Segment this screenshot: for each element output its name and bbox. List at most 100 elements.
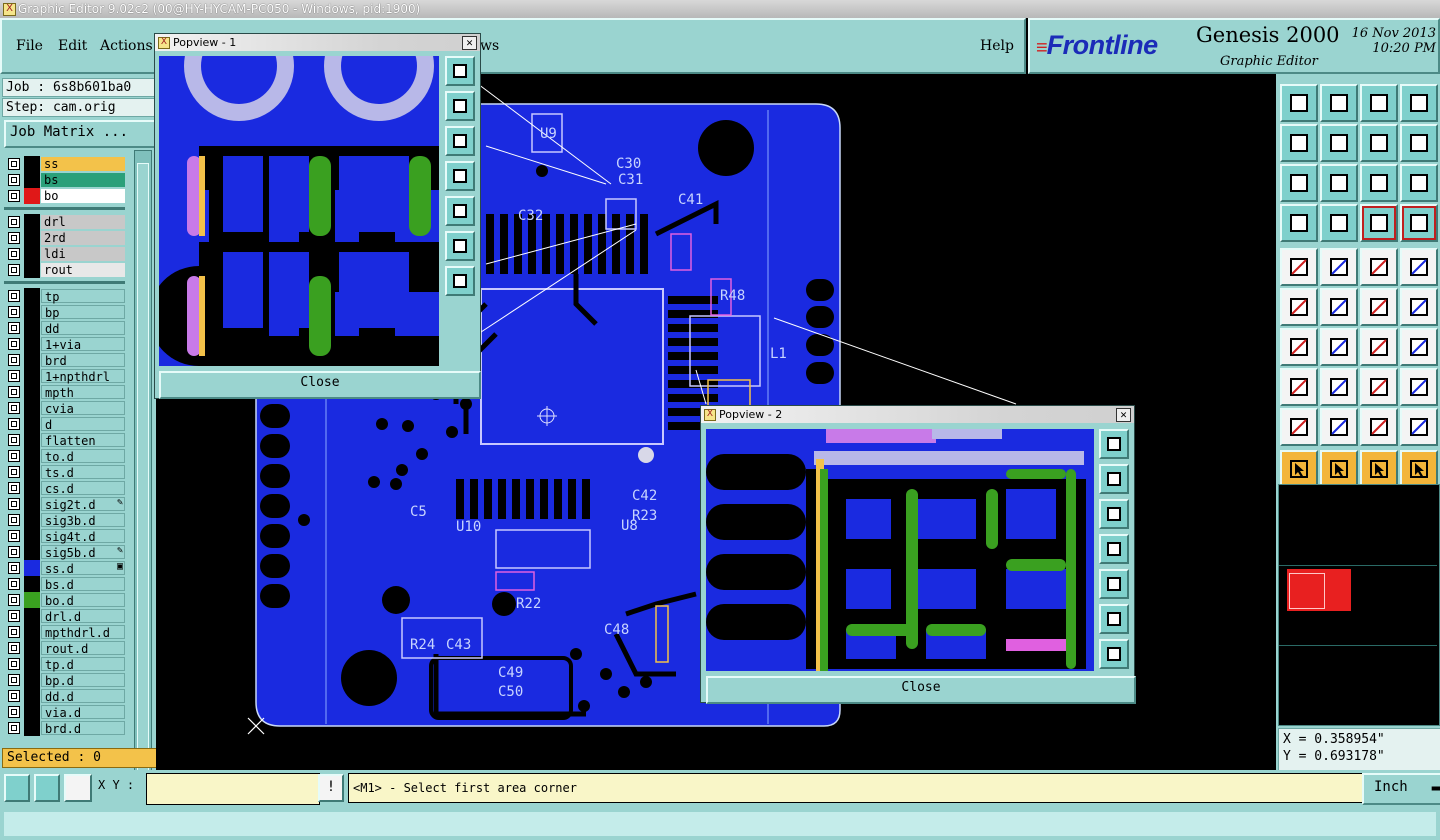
measure-icon[interactable] — [34, 774, 60, 802]
layer-color-swatch[interactable] — [24, 480, 40, 496]
popview-zoom-out-icon[interactable] — [445, 231, 475, 261]
rounded-icon[interactable] — [1400, 368, 1438, 406]
triangle-icon[interactable] — [1280, 408, 1318, 446]
layer-row[interactable]: bs — [4, 172, 125, 188]
layer-checkbox[interactable] — [8, 338, 20, 350]
layer-row[interactable]: sig4t.d — [4, 528, 125, 544]
layer-checkbox[interactable] — [8, 578, 20, 590]
popview-up-icon[interactable] — [1099, 464, 1129, 494]
cut-icon[interactable] — [1320, 368, 1358, 406]
layer-row[interactable]: via.d — [4, 704, 125, 720]
layer-checkbox[interactable] — [8, 306, 20, 318]
layer-checkbox[interactable] — [8, 498, 20, 510]
layer-name[interactable]: dd — [41, 321, 125, 336]
menu-file[interactable]: File — [16, 38, 43, 54]
layer-row[interactable]: ss — [4, 156, 125, 172]
layer-name[interactable]: 2rd — [41, 231, 125, 245]
popview-fit-icon[interactable] — [445, 266, 475, 296]
mirror-icon[interactable] — [1400, 124, 1438, 162]
popview-zoom-icon[interactable] — [1099, 429, 1129, 459]
layer-name[interactable]: tp — [41, 289, 125, 304]
popview-2-titlebar[interactable]: X Popview - 2 — [701, 406, 1134, 423]
job-matrix-button[interactable]: Job Matrix ... — [4, 120, 158, 148]
layer-color-swatch[interactable] — [24, 576, 40, 592]
layer-color-swatch[interactable] — [24, 672, 40, 688]
layer-name[interactable]: bp.d — [41, 673, 125, 688]
layer-row[interactable]: 1+via — [4, 336, 125, 352]
layer-color-swatch[interactable] — [24, 304, 40, 320]
layer-row[interactable]: sig3b.d — [4, 512, 125, 528]
layer-name[interactable]: sig2t.d — [41, 497, 125, 512]
popview-2-close-x-button[interactable]: ✕ — [1116, 408, 1131, 422]
layer-name[interactable]: rout — [41, 263, 125, 277]
layer-color-swatch[interactable] — [24, 528, 40, 544]
layer-row[interactable]: flatten — [4, 432, 125, 448]
layer-row[interactable]: sig5b.d ✎ — [4, 544, 125, 560]
layer-checkbox[interactable] — [8, 402, 20, 414]
layer-color-swatch[interactable] — [24, 608, 40, 624]
layer-name[interactable]: sig3b.d — [41, 513, 125, 528]
layer-row[interactable]: ss.d ▣ — [4, 560, 125, 576]
menu-views[interactable]: ws — [480, 38, 499, 54]
layer-checkbox[interactable] — [8, 722, 20, 734]
layer-color-swatch[interactable] — [24, 214, 40, 230]
measure-icon[interactable] — [1360, 368, 1398, 406]
popview-down-icon[interactable] — [1099, 499, 1129, 529]
layer-name[interactable]: bs.d — [41, 577, 125, 592]
popview-1-close-button[interactable]: Close — [159, 371, 481, 399]
overview-minimap[interactable] — [1278, 484, 1440, 726]
layer-name[interactable]: flatten — [41, 433, 125, 448]
window-icon[interactable] — [1400, 84, 1438, 122]
cross-icon[interactable] — [1320, 288, 1358, 326]
popview-up-icon[interactable] — [445, 91, 475, 121]
layer-color-swatch[interactable] — [24, 262, 40, 278]
angle-icon[interactable] — [1280, 328, 1318, 366]
layer-color-swatch[interactable] — [24, 512, 40, 528]
layer-color-swatch[interactable] — [24, 172, 40, 188]
layer-color-swatch[interactable] — [24, 400, 40, 416]
layer-name[interactable]: 1+npthdrl — [41, 369, 125, 384]
snap-grid-icon[interactable] — [4, 774, 30, 802]
layer-name[interactable]: sig4t.d — [41, 529, 125, 544]
menu-edit[interactable]: Edit — [58, 38, 87, 54]
layer-name[interactable]: bp — [41, 305, 125, 320]
house-icon[interactable] — [1360, 84, 1398, 122]
layer-checkbox[interactable] — [8, 386, 20, 398]
popview-zoom-out-icon[interactable] — [1099, 604, 1129, 634]
slash-icon[interactable] — [1320, 248, 1358, 286]
layer-name[interactable]: bo — [41, 189, 125, 203]
layer-checkbox[interactable] — [8, 418, 20, 430]
layer-checkbox[interactable] — [8, 354, 20, 366]
layer-name[interactable]: sig5b.d — [41, 545, 125, 560]
layer-checkbox[interactable] — [8, 610, 20, 622]
layer-color-swatch[interactable] — [24, 704, 40, 720]
ratio-icon[interactable] — [1360, 164, 1398, 202]
layer-checkbox[interactable] — [8, 174, 20, 186]
popview-down-icon[interactable] — [445, 126, 475, 156]
snap-alt-icon[interactable] — [1400, 204, 1438, 242]
menu-help[interactable]: Help — [980, 38, 1014, 54]
tools-icon[interactable] — [1280, 204, 1318, 242]
layer-name[interactable]: tp.d — [41, 657, 125, 672]
layer-row[interactable]: brd.d — [4, 720, 125, 736]
layer-name[interactable]: brd.d — [41, 721, 125, 736]
layer-row[interactable]: drl — [4, 214, 125, 230]
layer-name[interactable]: ss — [41, 157, 125, 171]
home-icon[interactable] — [1280, 84, 1318, 122]
diagonal-icon[interactable] — [1320, 328, 1358, 366]
layer-checkbox[interactable] — [8, 514, 20, 526]
layer-color-swatch[interactable] — [24, 656, 40, 672]
layer-checkbox[interactable] — [8, 466, 20, 478]
layer-row[interactable]: 2rd — [4, 230, 125, 246]
help-icon[interactable] — [1400, 164, 1438, 202]
layer-color-swatch[interactable] — [24, 624, 40, 640]
layer-color-swatch[interactable] — [24, 720, 40, 736]
layer-row[interactable]: rout.d — [4, 640, 125, 656]
layer-checkbox[interactable] — [8, 158, 20, 170]
circle-icon[interactable] — [1400, 248, 1438, 286]
layer-color-swatch[interactable] — [24, 592, 40, 608]
layer-color-swatch[interactable] — [24, 288, 40, 304]
layer-row[interactable]: tp — [4, 288, 125, 304]
line-tool-icon[interactable] — [1360, 288, 1398, 326]
layer-row[interactable]: bs.d — [4, 576, 125, 592]
